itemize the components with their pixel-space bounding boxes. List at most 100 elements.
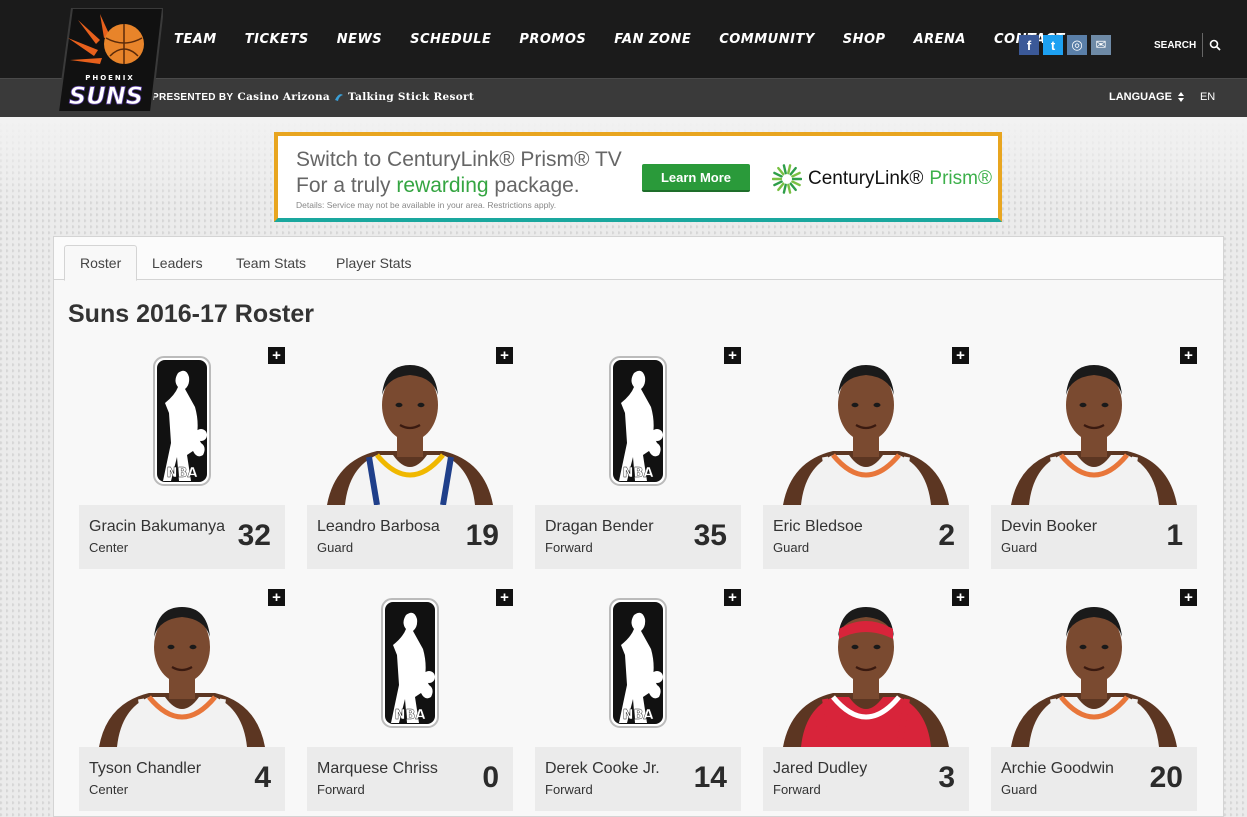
brand-product: Prism® xyxy=(929,168,992,189)
nav-shop[interactable]: SHOP xyxy=(843,32,886,47)
instagram-icon[interactable]: ◎ xyxy=(1067,35,1087,55)
player-name[interactable]: Gracin Bakumanya xyxy=(89,518,225,536)
player-position: Guard xyxy=(1001,782,1038,797)
nav-team[interactable]: TEAM xyxy=(174,32,217,47)
svg-text:NBA: NBA xyxy=(623,708,654,723)
social-links: f t ◎ ✉ xyxy=(1019,35,1111,55)
expand-player-button[interactable]: + xyxy=(268,589,285,606)
player-info: Leandro Barbosa Guard 19 xyxy=(307,505,513,569)
player-photo-frame: NBA xyxy=(307,585,513,747)
nav-community[interactable]: COMMUNITY xyxy=(719,32,815,47)
player-photo-frame xyxy=(79,585,285,747)
nav-tickets[interactable]: TICKETS xyxy=(245,32,309,47)
search-control[interactable]: SEARCH xyxy=(1154,33,1221,57)
sponsor-casino-arizona[interactable]: Casino Arizona xyxy=(237,91,330,103)
learn-more-button[interactable]: Learn More xyxy=(642,164,750,192)
sponsor-talking-stick[interactable]: Talking Stick Resort xyxy=(348,91,474,103)
sort-arrows-icon xyxy=(1177,92,1184,102)
player-card[interactable]: + Leandro Barbosa Guard 19 xyxy=(307,343,513,569)
nba-logo-icon: NBA xyxy=(609,356,667,486)
player-photo xyxy=(327,365,493,505)
svg-text:NBA: NBA xyxy=(623,466,654,481)
presented-by-label: PRESENTED BY xyxy=(152,91,234,103)
ad-subheadline-highlight: rewarding xyxy=(396,174,489,197)
player-name[interactable]: Devin Booker xyxy=(1001,518,1097,536)
player-card[interactable]: + Jared Dudley Forward 3 xyxy=(763,585,969,811)
mail-icon[interactable]: ✉ xyxy=(1091,35,1111,55)
player-photo xyxy=(1011,607,1177,747)
nav-arena[interactable]: ARENA xyxy=(914,32,966,47)
nav-schedule[interactable]: SCHEDULE xyxy=(410,32,491,47)
player-card[interactable]: + Eric Bledsoe Guard 2 xyxy=(763,343,969,569)
expand-player-button[interactable]: + xyxy=(724,347,741,364)
player-position: Guard xyxy=(773,540,810,555)
player-photo-frame: NBA xyxy=(79,343,285,505)
expand-player-button[interactable]: + xyxy=(268,347,285,364)
language-label: LANGUAGE xyxy=(1109,91,1172,103)
language-selector[interactable]: LANGUAGE EN xyxy=(1109,91,1215,103)
tab-team-stats[interactable]: Team Stats xyxy=(221,245,321,281)
ad-fine-print: Details: Service may not be available in… xyxy=(296,200,557,210)
centurylink-brand: CenturyLink® Prism® xyxy=(772,164,992,194)
player-name[interactable]: Tyson Chandler xyxy=(89,760,201,778)
player-photo-frame xyxy=(307,343,513,505)
twitter-icon[interactable]: t xyxy=(1043,35,1063,55)
player-card[interactable]: NBA + Derek Cooke Jr. Forward 14 xyxy=(535,585,741,811)
sponsor-swirl-icon xyxy=(335,94,344,101)
expand-player-button[interactable]: + xyxy=(952,347,969,364)
suns-logo[interactable]: PHOENIX SUNS xyxy=(56,7,165,113)
expand-player-button[interactable]: + xyxy=(952,589,969,606)
tab-player-stats[interactable]: Player Stats xyxy=(321,245,426,281)
player-card[interactable]: + Archie Goodwin Guard 20 xyxy=(991,585,1197,811)
tab-leaders[interactable]: Leaders xyxy=(137,245,218,281)
player-info: Tyson Chandler Center 4 xyxy=(79,747,285,811)
expand-player-button[interactable]: + xyxy=(496,589,513,606)
player-position: Center xyxy=(89,540,129,555)
player-info: Devin Booker Guard 1 xyxy=(991,505,1197,569)
player-card[interactable]: + Tyson Chandler Center 4 xyxy=(79,585,285,811)
nba-logo-icon: NBA xyxy=(153,356,211,486)
player-number: 35 xyxy=(693,519,727,552)
player-number: 20 xyxy=(1149,761,1183,794)
page-title: Suns 2016-17 Roster xyxy=(68,300,314,328)
player-card[interactable]: + Devin Booker Guard 1 xyxy=(991,343,1197,569)
player-name[interactable]: Leandro Barbosa xyxy=(317,518,440,536)
player-position: Center xyxy=(89,782,129,797)
player-photo-frame xyxy=(991,585,1197,747)
player-card[interactable]: NBA + Dragan Bender Forward 35 xyxy=(535,343,741,569)
player-card[interactable]: NBA + Gracin Bakumanya Center 32 xyxy=(79,343,285,569)
player-name[interactable]: Derek Cooke Jr. xyxy=(545,760,660,778)
player-name[interactable]: Dragan Bender xyxy=(545,518,654,536)
nba-logo-icon: NBA xyxy=(381,598,439,728)
player-name[interactable]: Eric Bledsoe xyxy=(773,518,863,536)
player-card[interactable]: NBA + Marquese Chriss Forward 0 xyxy=(307,585,513,811)
player-photo-frame xyxy=(763,585,969,747)
centurylink-burst-icon xyxy=(772,164,802,194)
svg-text:PHOENIX: PHOENIX xyxy=(85,74,135,82)
player-name[interactable]: Archie Goodwin xyxy=(1001,760,1114,778)
expand-player-button[interactable]: + xyxy=(1180,589,1197,606)
player-photo-frame xyxy=(763,343,969,505)
player-name[interactable]: Marquese Chriss xyxy=(317,760,438,778)
player-photo-frame: NBA xyxy=(535,585,741,747)
ad-subheadline: For a truly rewarding package. xyxy=(296,174,580,198)
search-icon[interactable] xyxy=(1209,39,1221,51)
player-info: Marquese Chriss Forward 0 xyxy=(307,747,513,811)
player-info: Gracin Bakumanya Center 32 xyxy=(79,505,285,569)
player-photo-frame xyxy=(991,343,1197,505)
nav-promos[interactable]: PROMOS xyxy=(519,32,586,47)
nav-fan-zone[interactable]: FAN ZONE xyxy=(614,32,691,47)
expand-player-button[interactable]: + xyxy=(496,347,513,364)
player-position: Forward xyxy=(317,782,365,797)
player-position: Forward xyxy=(773,782,821,797)
player-info: Eric Bledsoe Guard 2 xyxy=(763,505,969,569)
facebook-icon[interactable]: f xyxy=(1019,35,1039,55)
player-name[interactable]: Jared Dudley xyxy=(773,760,867,778)
centurylink-ad-banner[interactable]: Switch to CenturyLink® Prism® TV For a t… xyxy=(274,132,1002,222)
tab-roster[interactable]: Roster xyxy=(64,245,138,281)
search-divider xyxy=(1202,33,1204,57)
expand-player-button[interactable]: + xyxy=(1180,347,1197,364)
expand-player-button[interactable]: + xyxy=(724,589,741,606)
nav-news[interactable]: NEWS xyxy=(337,32,382,47)
player-number: 1 xyxy=(1166,519,1183,552)
